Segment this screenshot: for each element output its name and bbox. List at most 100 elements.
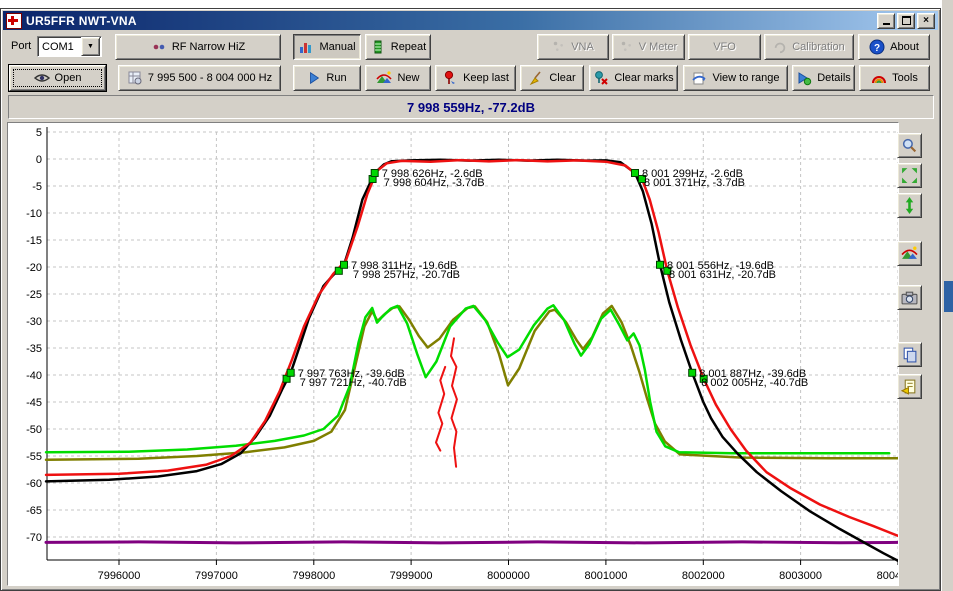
clear-button[interactable]: Clear — [520, 65, 584, 91]
trace-purple-floor — [46, 542, 898, 543]
vfo-button[interactable]: VFO — [688, 34, 761, 60]
eye-icon — [34, 70, 50, 86]
y-tick-label: -40 — [26, 370, 42, 382]
view-to-range-button[interactable]: View to range — [683, 65, 788, 91]
vertical-scale-button[interactable] — [897, 193, 922, 218]
x-tick-label: 7997000 — [195, 570, 238, 582]
y-tick-label: -35 — [26, 343, 42, 355]
hand-page-icon — [691, 70, 707, 86]
vertical-arrows-icon — [901, 197, 918, 214]
repeat-button-label: Repeat — [391, 41, 426, 53]
chevron-down-icon[interactable]: ▼ — [81, 37, 100, 56]
open-button-label: Open — [55, 72, 82, 84]
pin-icon — [442, 70, 458, 86]
marker-label: 8 001 556Hz, -19.6dB — [667, 260, 774, 272]
y-tick-label: 0 — [36, 154, 42, 166]
minimize-button[interactable] — [877, 13, 895, 29]
y-tick-label: -20 — [26, 262, 42, 274]
chart-plot[interactable]: 50-5-10-15-20-25-30-35-40-45-50-55-60-65… — [8, 123, 898, 585]
new-button-label: New — [397, 72, 419, 84]
marker-square[interactable] — [371, 170, 378, 177]
repeat-button[interactable]: Repeat — [365, 34, 431, 60]
maximize-icon — [902, 16, 911, 25]
calibration-button[interactable]: Calibration — [764, 34, 854, 60]
sparkle-icon — [620, 40, 634, 54]
vna-button[interactable]: VNA — [537, 34, 609, 60]
expand-all-button[interactable] — [897, 163, 922, 188]
graph-style-button[interactable] — [897, 241, 922, 266]
manual-button[interactable]: Manual — [293, 34, 361, 60]
frequency-range-label: 7 995 500 - 8 004 000 Hz — [148, 72, 272, 84]
port-combo[interactable]: COM1 ▼ — [37, 36, 102, 57]
keep-last-button-label: Keep last — [463, 72, 509, 84]
window-title: UR5FFR NWT-VNA — [26, 14, 877, 28]
play-details-icon — [796, 70, 812, 86]
v-meter-button-label: V Meter — [639, 41, 678, 53]
film-strip-icon — [370, 39, 386, 55]
marker-square[interactable] — [632, 170, 639, 177]
profile-button-label: RF Narrow HiZ — [172, 41, 245, 53]
y-tick-label: -45 — [26, 397, 42, 409]
maximize-button[interactable] — [897, 13, 915, 29]
v-meter-button[interactable]: V Meter — [612, 34, 685, 60]
magnifier-icon — [901, 137, 918, 154]
view-to-range-button-label: View to range — [712, 72, 779, 84]
expand-arrows-icon — [901, 167, 918, 184]
x-tick-label: 8004000 — [877, 570, 898, 582]
x-tick-label: 7996000 — [98, 570, 141, 582]
open-button[interactable]: Open — [9, 65, 106, 91]
chart-mountains-icon — [901, 245, 918, 262]
y-tick-label: -10 — [26, 208, 42, 220]
x-tick-label: 7998000 — [292, 570, 335, 582]
y-tick-label: -50 — [26, 424, 42, 436]
frequency-range-button[interactable]: 7 995 500 - 8 004 000 Hz — [118, 65, 281, 91]
pin-delete-icon — [593, 70, 609, 86]
play-icon — [307, 71, 321, 85]
vfo-button-label: VFO — [713, 41, 736, 53]
marker-label: 7 997 763Hz, -39.6dB — [298, 368, 405, 380]
marker-square[interactable] — [287, 369, 294, 376]
marker-square[interactable] — [657, 261, 664, 268]
close-button[interactable]: × — [917, 13, 935, 29]
x-tick-label: 8002000 — [682, 570, 725, 582]
clear-marks-button-label: Clear marks — [614, 72, 673, 84]
keep-last-button[interactable]: Keep last — [435, 65, 516, 91]
marker-square[interactable] — [689, 369, 696, 376]
copy-icon — [901, 346, 918, 363]
vna-button-label: VNA — [571, 41, 594, 53]
broom-icon — [528, 70, 544, 86]
cursor-readout: 7 998 559Hz, -77.2dB — [407, 100, 535, 115]
sparkle-icon — [552, 40, 566, 54]
help-icon: ? — [869, 39, 885, 55]
run-button[interactable]: Run — [293, 65, 361, 91]
screenshot-button[interactable] — [897, 285, 922, 310]
chart-mountains-icon — [376, 70, 392, 86]
copy-button[interactable] — [897, 342, 922, 367]
background-scrollbar-thumb — [944, 281, 953, 312]
run-button-label: Run — [326, 72, 346, 84]
port-combo-value: COM1 — [38, 41, 80, 53]
details-button[interactable]: Details — [792, 65, 855, 91]
rainbow-icon — [871, 70, 887, 86]
profile-button[interactable]: RF Narrow HiZ — [115, 34, 281, 60]
x-tick-label: 7999000 — [390, 570, 433, 582]
glitch-red-1 — [451, 338, 457, 467]
marker-square[interactable] — [341, 261, 348, 268]
y-tick-label: -70 — [26, 532, 42, 544]
zoom-tool-button[interactable] — [897, 133, 922, 158]
app-icon — [6, 13, 22, 29]
chart-panel: 50-5-10-15-20-25-30-35-40-45-50-55-60-65… — [7, 122, 899, 586]
screen: UR5FFR NWT-VNA × Port COM1 ▼ RF Narrow H… — [0, 0, 953, 591]
marker-label: 8 001 299Hz, -2.6dB — [642, 168, 743, 180]
y-tick-label: -55 — [26, 451, 42, 463]
export-button[interactable] — [897, 374, 922, 399]
marker-label: 7 998 626Hz, -2.6dB — [382, 168, 483, 180]
clear-marks-button[interactable]: Clear marks — [589, 65, 678, 91]
x-tick-label: 8001000 — [584, 570, 627, 582]
tools-button[interactable]: Tools — [859, 65, 930, 91]
titlebar[interactable]: UR5FFR NWT-VNA × — [3, 11, 938, 30]
about-button[interactable]: ? About — [858, 34, 930, 60]
y-tick-label: -15 — [26, 235, 42, 247]
new-button[interactable]: New — [365, 65, 431, 91]
app-window: UR5FFR NWT-VNA × Port COM1 ▼ RF Narrow H… — [0, 8, 941, 591]
